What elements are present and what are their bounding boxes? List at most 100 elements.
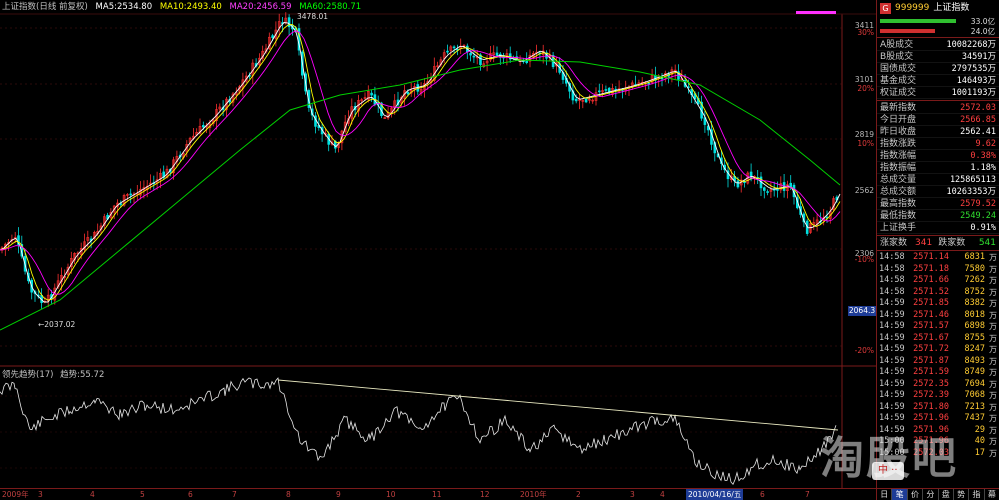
stat-value: 2562.41 [960, 127, 996, 137]
tick-row[interactable]: 14:59 2571.57 6898 万 [877, 321, 999, 333]
price-axis-label: 2562 [854, 186, 874, 195]
stat-row: 指数涨幅 0.38% [877, 150, 999, 162]
tick-time: 14:58 [879, 275, 905, 285]
volume-row: 国债成交 2797535万 [877, 63, 999, 75]
tick-price: 2571.18 [913, 263, 949, 274]
tick-row[interactable]: 14:58 2571.66 7262 万 [877, 275, 999, 287]
tick-row[interactable]: 14:59 2572.35 7694 万 [877, 379, 999, 391]
tick-unit: 万 [989, 299, 997, 308]
candle-body [736, 180, 740, 188]
candle-body [472, 55, 476, 58]
tick-row[interactable]: 14:59 2571.67 8755 万 [877, 333, 999, 345]
candle-body [495, 52, 499, 56]
tick-row[interactable]: 14:59 2571.46 8018 万 [877, 310, 999, 322]
tick-volume: 6898 [964, 321, 985, 331]
stat-row: 昨日收盘 2562.41 [877, 126, 999, 138]
tick-volume: 7262 [964, 275, 985, 285]
volume-value: 34591万 [961, 52, 996, 62]
tick-row[interactable]: 14:59 2571.85 8382 万 [877, 298, 999, 310]
mini-indicator [796, 11, 836, 14]
stat-value: 125865113 [949, 175, 996, 185]
stat-label: 指数涨跌 [880, 139, 917, 149]
tick-time: 14:59 [879, 332, 905, 343]
watermark: 淘股吧 中 ·· [800, 422, 999, 492]
advance-label: 涨家数 [880, 238, 908, 248]
tick-time: 14:59 [879, 298, 905, 308]
stat-label: 昨日收盘 [880, 127, 917, 137]
time-axis-label: 2 [576, 490, 581, 499]
tick-row[interactable]: 14:58 2571.52 8752 万 [877, 287, 999, 299]
stat-row: 上证换手 0.91% [877, 222, 999, 234]
volume-value: 1001193万 [951, 88, 996, 98]
tick-unit: 万 [989, 310, 997, 320]
tick-unit: 万 [989, 253, 997, 262]
tick-time: 14:58 [879, 252, 905, 262]
tick-time: 14:59 [879, 378, 905, 389]
time-axis-label: 4 [660, 490, 665, 499]
time-axis-label: 2010年 [520, 490, 547, 499]
stat-label: 指数振幅 [880, 163, 917, 173]
buy-ratio-row: 33.0亿 [877, 16, 999, 26]
time-axis-label: 7 [232, 490, 237, 499]
stat-label: 指数涨幅 [880, 151, 917, 161]
index-badge-icon: G [880, 2, 891, 14]
advance-value: 341 [915, 238, 933, 248]
tick-price: 2572.35 [913, 378, 949, 389]
tick-unit: 万 [989, 368, 997, 377]
volume-value: 10082268万 [946, 40, 996, 50]
tick-volume: 8247 [964, 344, 985, 354]
tick-time: 14:58 [879, 286, 905, 297]
tick-row[interactable]: 14:59 2571.72 8247 万 [877, 344, 999, 356]
sell-ratio-value: 24.0亿 [970, 27, 995, 36]
candle-body [597, 90, 601, 93]
ma5-line [0, 22, 841, 303]
stat-value: 0.91% [970, 223, 996, 233]
tick-time: 14:58 [879, 263, 905, 274]
candle-body [469, 53, 472, 56]
kline-chart-area[interactable]: 上证指数(日线 前复权) MA5:2534.80 MA10:2493.40 MA… [0, 0, 876, 500]
tick-row[interactable]: 14:58 2571.14 6831 万 [877, 252, 999, 264]
time-axis-label: 5 [140, 490, 145, 499]
tick-price: 2571.52 [913, 286, 949, 297]
stat-value: 9.62 [975, 139, 996, 149]
time-axis-label: 3 [38, 490, 43, 499]
tick-row[interactable]: 14:59 2572.39 7068 万 [877, 390, 999, 402]
tick-price: 2571.67 [913, 332, 949, 343]
stat-value: 2572.03 [960, 103, 996, 113]
tick-unit: 万 [989, 287, 997, 297]
trend-line [277, 379, 839, 431]
tick-row[interactable]: 14:59 2571.59 8749 万 [877, 367, 999, 379]
tick-volume: 7694 [964, 378, 985, 389]
tick-row[interactable]: 14:58 2571.18 7580 万 [877, 264, 999, 276]
ma60-label: MA60:2580.71 [299, 2, 362, 12]
current-price-tag: 2064.3 [848, 306, 876, 316]
stat-row: 今日开盘 2566.85 [877, 114, 999, 126]
stat-label: 上证换手 [880, 223, 917, 233]
time-axis-label: 2010/04/16/五 [686, 489, 744, 500]
time-axis: 2009年 3 4 5 6 7 8 9 10 11 12 2010年 2 3 4 2010/04/16/五 6 7 [0, 488, 876, 500]
time-axis-label: 10 [386, 490, 396, 499]
oscillator-name: 领先趋势(17) [2, 370, 54, 380]
ma60-line [0, 59, 841, 331]
kline-svg[interactable] [0, 0, 876, 500]
candle-body [574, 98, 578, 102]
candle-body [452, 46, 456, 49]
candle-body [406, 91, 410, 95]
stat-row: 指数振幅 1.18% [877, 162, 999, 174]
tick-time: 14:59 [879, 390, 905, 400]
index-code: 999999 [895, 3, 930, 13]
tick-unit: 万 [989, 322, 997, 331]
tick-row[interactable]: 14:59 2571.87 8493 万 [877, 356, 999, 368]
stat-label: 总成交量 [880, 175, 917, 185]
oscillator-value: 趋势:55.72 [60, 370, 105, 380]
stat-row: 最高指数 2579.52 [877, 198, 999, 210]
candle-body [446, 50, 449, 53]
ma20-label: MA20:2456.59 [229, 2, 292, 12]
tick-row[interactable]: 14:59 2571.80 7213 万 [877, 402, 999, 414]
stat-value: 2549.24 [960, 211, 996, 221]
volume-list: A股成交 10082268万 B股成交 34591万 国债成交 2797535万 基金成交 1… [877, 39, 999, 99]
candle-body [271, 35, 274, 38]
stat-label: 最高指数 [880, 199, 917, 209]
time-axis-label: 2009年 [2, 490, 29, 499]
high-price-annotation: 3478.01 [297, 12, 329, 21]
